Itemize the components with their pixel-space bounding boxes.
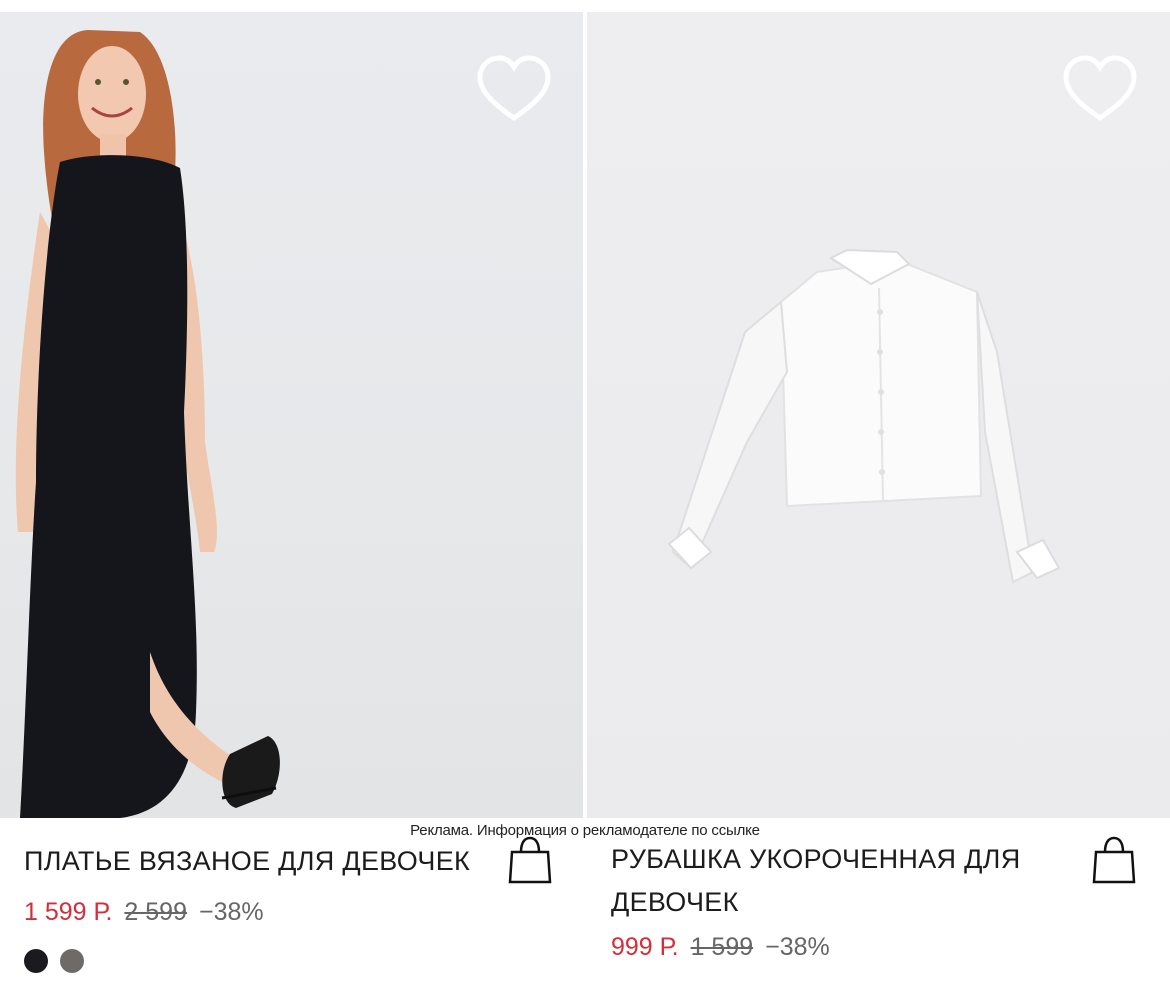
sale-price: 1 599 Р. xyxy=(24,898,113,926)
discount-badge: −38% xyxy=(198,898,264,926)
product-title[interactable]: ПЛАТЬЕ ВЯЗАНОЕ ДЛЯ ДЕВОЧЕК xyxy=(24,840,494,883)
white-cropped-shirt-photo xyxy=(667,248,1061,584)
ad-notice[interactable]: Реклама. Информация о рекламодателе по с… xyxy=(0,822,1170,839)
sale-price: 999 Р. xyxy=(611,933,679,961)
shopping-bag-icon[interactable] xyxy=(1091,836,1137,884)
girl-in-black-dress-photo xyxy=(15,30,280,818)
heart-icon[interactable] xyxy=(1060,52,1140,132)
color-swatch-black[interactable] xyxy=(24,949,48,973)
heart-icon[interactable] xyxy=(474,52,554,132)
color-swatches xyxy=(24,949,84,973)
color-swatch-gray[interactable] xyxy=(60,949,84,973)
price-row: 999 Р. 1 599 −38% xyxy=(611,933,830,962)
product-title[interactable]: РУБАШКА УКОРОЧЕННАЯ ДЛЯ ДЕВОЧЕК xyxy=(611,838,1051,924)
old-price: 1 599 xyxy=(690,933,754,961)
product-image-dress[interactable] xyxy=(0,12,583,818)
discount-badge: −38% xyxy=(765,933,830,961)
shopping-bag-icon[interactable] xyxy=(507,836,553,884)
product-image-shirt[interactable] xyxy=(587,12,1170,818)
price-row: 1 599 Р. 2 599 −38% xyxy=(24,898,264,927)
old-price: 2 599 xyxy=(124,898,187,926)
